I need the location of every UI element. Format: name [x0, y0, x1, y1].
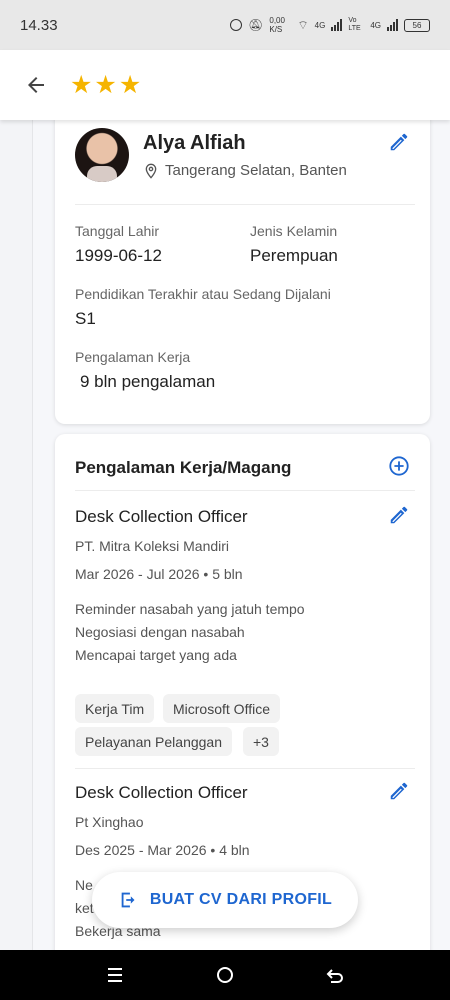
- star-icon: ★: [94, 70, 117, 99]
- skill-chip: Pelayanan Pelanggan: [75, 727, 233, 756]
- education-value: S1: [75, 309, 96, 328]
- edit-profile-button[interactable]: [388, 131, 410, 153]
- skill-chip: Microsoft Office: [163, 694, 280, 723]
- experience-label: Pengalaman Kerja: [75, 349, 191, 365]
- content-scroll[interactable]: Alya Alfiah Tangerang Selatan, Banten Ta…: [0, 120, 450, 950]
- location-pin-icon: [145, 163, 157, 179]
- divider: [75, 204, 415, 205]
- recent-apps-button[interactable]: [95, 960, 135, 990]
- home-button[interactable]: [205, 960, 245, 990]
- alarm-icon: [230, 19, 243, 31]
- job-desc-line: Negosiasi dengan nasabah: [75, 624, 245, 640]
- app-bar: ★ ★ ★: [0, 50, 450, 120]
- job-company: Pt Xinghao: [75, 814, 144, 830]
- net-type-3: 4G: [370, 20, 381, 30]
- pencil-icon: [390, 133, 408, 151]
- skill-chip: Kerja Tim: [75, 694, 155, 723]
- export-icon: [121, 892, 135, 908]
- edit-job-button[interactable]: [388, 780, 410, 802]
- profile-location: Tangerang Selatan, Banten: [143, 162, 347, 179]
- job-title: Desk Collection Officer: [75, 507, 248, 526]
- divider: [75, 768, 415, 769]
- experience-section-title: Pengalaman Kerja/Magang: [75, 458, 292, 477]
- status-bar: 14.33 🔕︎ 0,00 K/S ⌔ 4G Vo LTE 4G 56: [0, 0, 450, 50]
- system-back-button[interactable]: [315, 960, 355, 990]
- edit-job-button[interactable]: [388, 504, 410, 526]
- birth-label: Tanggal Lahir: [75, 223, 160, 239]
- net-speed: 0,00 K/S: [269, 16, 285, 34]
- avatar: [75, 128, 129, 182]
- signal-icon-2: [387, 19, 398, 31]
- battery-icon: 56: [404, 18, 430, 32]
- back-button[interactable]: [20, 69, 52, 101]
- status-time: 14.33: [20, 16, 58, 34]
- birth-value: 1999-06-12: [75, 246, 162, 265]
- gender-value: Perempuan: [250, 246, 338, 265]
- skill-chip-more[interactable]: +3: [243, 727, 279, 756]
- back-arrow-icon: [326, 969, 343, 983]
- net-type-2: Vo LTE: [348, 17, 361, 32]
- arrow-left-icon: [28, 77, 44, 93]
- divider: [75, 490, 415, 491]
- battery-level: 56: [412, 20, 422, 30]
- system-nav-bar: [0, 950, 450, 1000]
- net-type-1: 4G: [314, 20, 326, 30]
- home-circle-icon: [217, 967, 233, 983]
- job-period: Mar 2026 - Jul 2026 • 5 bln: [75, 566, 243, 582]
- job-period: Des 2025 - Mar 2026 • 4 bln: [75, 842, 250, 858]
- pencil-icon: [390, 782, 408, 800]
- profile-card: Alya Alfiah Tangerang Selatan, Banten Ta…: [55, 120, 430, 424]
- plus-circle-icon: [389, 456, 409, 476]
- job-desc-line: Mencapai target yang ada: [75, 647, 237, 663]
- add-experience-button[interactable]: [388, 455, 410, 477]
- status-icons: 🔕︎ 0,00 K/S ⌔ 4G Vo LTE 4G 56: [230, 16, 430, 34]
- job-title: Desk Collection Officer: [75, 783, 248, 802]
- location-text: Tangerang Selatan, Banten: [165, 162, 347, 179]
- menu-icon: [108, 968, 122, 982]
- experience-value: 9 bln pengalaman: [80, 372, 216, 391]
- education-label: Pendidikan Terakhir atau Sedang Dijalani: [75, 286, 331, 302]
- create-cv-label: BUAT CV DARI PROFIL: [149, 891, 333, 908]
- rating-stars: ★ ★ ★: [70, 70, 142, 99]
- create-cv-button[interactable]: BUAT CV DARI PROFIL: [92, 872, 358, 928]
- wifi-icon: ⌔: [297, 17, 309, 32]
- star-icon: ★: [118, 70, 142, 99]
- job-company: PT. Mitra Koleksi Mandiri: [75, 538, 230, 554]
- gender-label: Jenis Kelamin: [250, 223, 338, 239]
- pencil-icon: [390, 506, 408, 524]
- signal-icon-1: [331, 19, 343, 31]
- job-desc-line: Reminder nasabah yang jatuh tempo: [75, 601, 305, 617]
- profile-name: Alya Alfiah: [143, 132, 246, 154]
- mute-icon: 🔕︎: [248, 18, 264, 32]
- star-icon: ★: [70, 70, 93, 99]
- job-description: Reminder nasabah yang jatuh tempo Negosi…: [75, 598, 305, 667]
